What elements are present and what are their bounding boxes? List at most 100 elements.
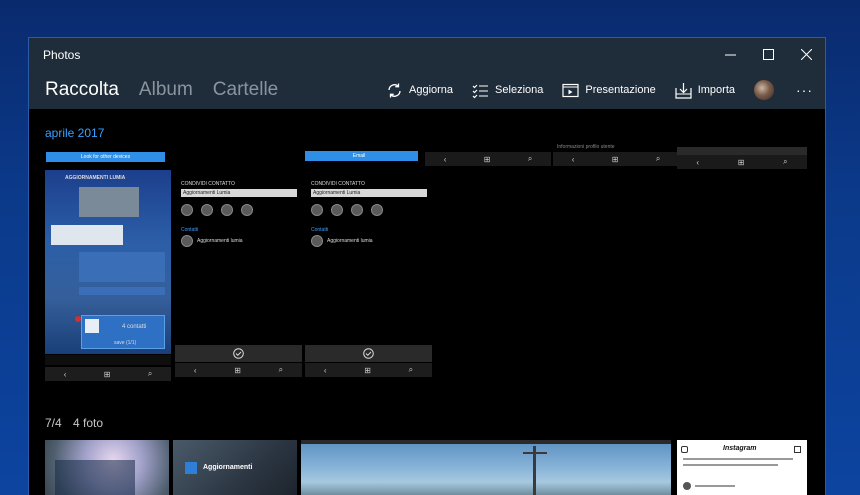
profile-caption: Informazioni profilo utente bbox=[557, 144, 615, 150]
back-icon: ‹ bbox=[443, 154, 447, 164]
more-button[interactable]: ··· bbox=[796, 82, 813, 98]
back-icon: ‹ bbox=[63, 369, 67, 379]
window-title: Photos bbox=[43, 47, 81, 62]
chat-bubble bbox=[51, 225, 123, 245]
instagram-title: Instagram bbox=[723, 445, 757, 452]
share-section: Contatti bbox=[181, 227, 199, 233]
photo-thumbnail[interactable] bbox=[45, 440, 169, 495]
select-list-icon bbox=[472, 84, 489, 98]
phone-nav-bar: ‹ ⊞ ⌕ bbox=[305, 363, 432, 377]
chat-header: AGGIORNAMENTI LUMIA bbox=[65, 175, 126, 181]
windows-icon: ⊞ bbox=[737, 157, 745, 167]
utility-pole-crossbar bbox=[523, 452, 547, 454]
confirm-bar bbox=[175, 345, 302, 362]
windows-icon: ⊞ bbox=[103, 369, 111, 379]
photo-thumbnail[interactable]: Aggiornamenti bbox=[173, 440, 297, 495]
photo-thumbnail[interactable]: ‹ ⊞ ⌕ bbox=[677, 147, 807, 169]
contact-avatar bbox=[311, 235, 323, 247]
photo-thumbnail[interactable]: CONDIVIDI CONTATTO Aggiornamenti Lumia C… bbox=[175, 151, 302, 381]
share-option-icon bbox=[351, 204, 363, 216]
red-badge bbox=[75, 316, 81, 322]
photo-thumbnail[interactable]: Email CONDIVIDI CONTATTO Aggiornamenti L… bbox=[305, 151, 432, 381]
photo-thumbnail[interactable]: Informazioni profilo utente ‹ ⊞ ⌕ bbox=[553, 143, 679, 167]
search-icon: ⌕ bbox=[408, 365, 414, 374]
maximize-icon bbox=[762, 49, 774, 60]
photo-thumbnail[interactable]: ‹ ⊞ ⌕ bbox=[425, 149, 551, 167]
share-option-icon bbox=[241, 204, 253, 216]
avatar[interactable] bbox=[754, 80, 774, 100]
minimize-button[interactable] bbox=[711, 38, 749, 71]
feed-line bbox=[683, 464, 778, 466]
import-label: Importa bbox=[697, 84, 735, 96]
search-icon: ⌕ bbox=[783, 157, 788, 166]
photo-thumbnail[interactable]: Instagram bbox=[677, 440, 807, 495]
select-label: Seleziona bbox=[495, 84, 544, 96]
contact-save: save (1/1) bbox=[114, 340, 137, 346]
group-heading-2: 7/4 4 foto bbox=[45, 416, 111, 430]
tab-raccolta[interactable]: Raccolta bbox=[45, 79, 119, 101]
search-icon: ⌕ bbox=[147, 369, 153, 378]
share-option-icon bbox=[181, 204, 193, 216]
slideshow-button[interactable]: Presentazione bbox=[562, 82, 656, 99]
contact-avatar bbox=[85, 319, 99, 333]
slideshow-icon bbox=[562, 83, 579, 97]
refresh-button[interactable]: Aggiorna bbox=[386, 82, 453, 99]
refresh-icon bbox=[388, 83, 401, 97]
share-title: CONDIVIDI CONTATTO bbox=[311, 181, 365, 187]
photo-thumbnail[interactable]: Look for other devices AGGIORNAMENTI LUM… bbox=[45, 151, 171, 381]
search-icon: ⌕ bbox=[278, 365, 284, 374]
phone-nav-bar: ‹ ⊞ ⌕ bbox=[425, 152, 551, 166]
inbox-icon bbox=[794, 446, 801, 453]
share-contact: Aggiornamenti lumia bbox=[197, 238, 243, 244]
tab-cartelle[interactable]: Cartelle bbox=[213, 79, 278, 101]
close-button[interactable] bbox=[787, 38, 825, 71]
feed-line bbox=[695, 485, 735, 487]
collection-content: aprile 2017 Look for other devices AGGIO… bbox=[29, 109, 825, 495]
photos-window: Photos Raccolta Album Cartelle Aggiorna … bbox=[28, 37, 826, 495]
back-icon: ‹ bbox=[193, 365, 197, 375]
chat-bubble bbox=[79, 252, 165, 282]
share-option-icon bbox=[221, 204, 233, 216]
slideshow-label: Presentazione bbox=[585, 84, 656, 96]
share-contact: Aggiornamenti lumia bbox=[327, 238, 373, 244]
checkmark-icon bbox=[363, 348, 374, 359]
select-button[interactable]: Seleziona bbox=[472, 82, 543, 99]
app-tile bbox=[185, 462, 197, 474]
group-date: 7/4 bbox=[45, 416, 62, 430]
import-icon bbox=[675, 82, 692, 99]
search-icon: ⌕ bbox=[527, 154, 533, 163]
share-option-icon bbox=[201, 204, 213, 216]
chat-screen: AGGIORNAMENTI LUMIA 4 contatti save (1/1… bbox=[45, 170, 171, 354]
contact-card: 4 contatti save (1/1) bbox=[81, 315, 165, 349]
back-icon: ‹ bbox=[571, 154, 575, 164]
minimize-icon bbox=[724, 54, 736, 56]
windows-icon: ⊞ bbox=[483, 154, 491, 164]
photo-thumbnail[interactable] bbox=[301, 440, 671, 495]
windows-icon: ⊞ bbox=[234, 365, 241, 375]
phone-nav-bar: ‹ ⊞ ⌕ bbox=[553, 152, 679, 166]
confirm-bar bbox=[305, 345, 432, 362]
import-button[interactable]: Importa bbox=[675, 82, 735, 99]
phone-nav-bar: ‹ ⊞ ⌕ bbox=[677, 155, 807, 169]
camera-icon bbox=[681, 446, 688, 453]
phone-screen-label: Aggiornamenti bbox=[203, 464, 253, 471]
feed-avatar bbox=[683, 482, 691, 490]
thumbnail-strip bbox=[677, 147, 807, 155]
close-icon bbox=[800, 49, 812, 60]
share-option-icon bbox=[331, 204, 343, 216]
phone-nav-bar: ‹ ⊞ ⌕ bbox=[45, 367, 171, 381]
refresh-label: Aggiorna bbox=[409, 84, 454, 96]
phone-nav-bar: ‹ ⊞ ⌕ bbox=[175, 363, 302, 377]
share-field: Aggiornamenti Lumia bbox=[181, 189, 297, 197]
feed-line bbox=[683, 458, 793, 460]
share-option-icon bbox=[371, 204, 383, 216]
tab-album[interactable]: Album bbox=[139, 79, 193, 101]
chat-bubble bbox=[79, 287, 165, 295]
maximize-button[interactable] bbox=[749, 38, 787, 71]
contact-avatar bbox=[181, 235, 193, 247]
contact-count: 4 contatti bbox=[122, 324, 147, 330]
windows-icon: ⊞ bbox=[364, 365, 371, 375]
look-for-devices-button: Look for other devices bbox=[46, 152, 165, 162]
title-bar: Photos bbox=[29, 38, 825, 71]
share-title: CONDIVIDI CONTATTO bbox=[181, 181, 235, 187]
